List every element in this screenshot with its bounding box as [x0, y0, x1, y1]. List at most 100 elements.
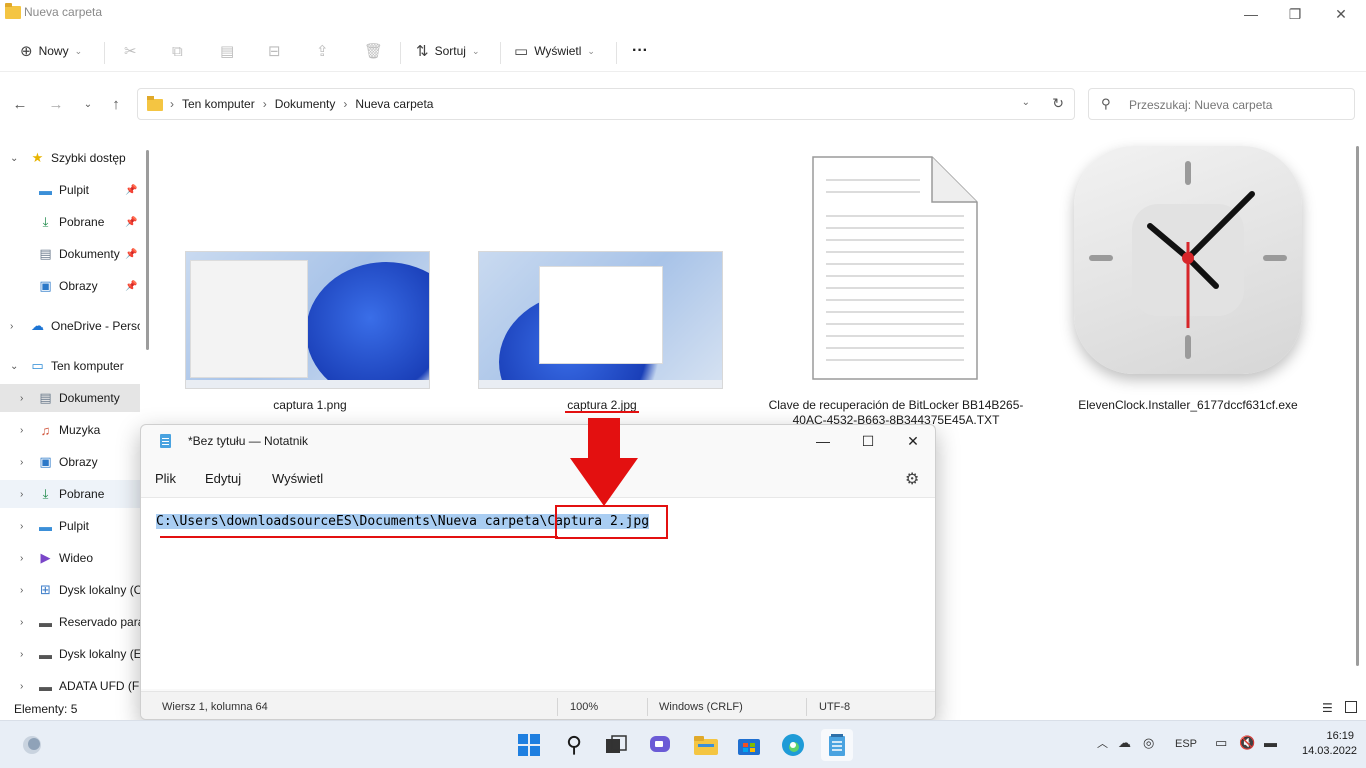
share-button[interactable]: ⇪ — [316, 38, 329, 64]
chevron-down-icon[interactable]: ⌄ — [10, 361, 18, 372]
chevron-right-icon[interactable]: › — [20, 681, 23, 692]
menu-edit[interactable]: Edytuj — [205, 471, 241, 486]
clock-datetime[interactable]: 16:19 14.03.2022 — [1302, 729, 1357, 759]
more-options-button[interactable]: ··· — [632, 38, 648, 64]
show-hidden-icons-chevron-icon[interactable]: ︿ — [1097, 735, 1108, 751]
task-view-icon[interactable] — [600, 729, 632, 761]
chevron-right-icon[interactable]: › — [20, 393, 23, 404]
file-name[interactable]: ElevenClock.Installer_6177dccf631cf.exe — [1058, 398, 1318, 413]
up-button[interactable]: ↑ — [104, 92, 128, 116]
file-name[interactable]: captura 1.png — [180, 398, 440, 413]
content-scrollbar[interactable] — [1356, 146, 1359, 666]
text-document-icon[interactable] — [812, 156, 978, 380]
view-button[interactable]: ▭ Wyświetl ⌄ — [514, 38, 595, 64]
view-icon: ▭ — [514, 43, 529, 60]
chevron-right-icon[interactable]: › — [20, 649, 23, 660]
breadcrumb-item[interactable]: Ten komputer — [182, 97, 255, 111]
settings-gear-icon[interactable]: ⚙ — [905, 469, 919, 489]
selected-path-prefix: C:\Users\downloadsourceES\Documents\Nuev… — [156, 514, 548, 529]
recent-locations-button[interactable]: ⌄ — [76, 92, 100, 116]
network-icon[interactable]: ▭ — [1215, 735, 1227, 751]
sidebar-item-onedrive[interactable]: › ☁ OneDrive - Perso — [0, 312, 140, 340]
download-icon: ⤓ — [42, 486, 49, 501]
close-button[interactable]: ✕ — [1318, 0, 1364, 28]
refresh-icon[interactable]: ↻ — [1052, 95, 1064, 112]
chevron-right-icon[interactable]: › — [20, 521, 23, 532]
search-box[interactable]: ⚲ Przeszukaj: Nueva carpeta — [1088, 88, 1355, 120]
text-editor-area[interactable]: C:\Users\downloadsourceES\Documents\Nuev… — [141, 497, 935, 689]
notepad-maximize-button[interactable]: ☐ — [845, 429, 891, 453]
item-count: Elementy: 5 — [14, 702, 78, 716]
chevron-right-icon[interactable]: › — [20, 457, 23, 468]
sidebar-item-music[interactable]: › ♫ Muzyka — [0, 416, 140, 444]
start-menu-preview — [190, 260, 308, 378]
chevron-right-icon[interactable]: › — [20, 585, 23, 596]
separator — [647, 698, 648, 716]
menu-view[interactable]: Wyświetl — [272, 471, 323, 486]
sidebar-item-drive-c[interactable]: › ⊞ Dysk lokalny (C — [0, 576, 140, 604]
copy-button[interactable]: ⧉ — [172, 38, 183, 64]
dialog-preview — [539, 266, 663, 364]
notepad-taskbar-icon[interactable] — [821, 729, 853, 761]
breadcrumb-item[interactable]: Nueva carpeta — [355, 97, 433, 111]
menu-file[interactable]: Plik — [155, 471, 176, 486]
large-icons-view-icon[interactable] — [1345, 701, 1357, 713]
sidebar-item-documents[interactable]: ▤ Dokumenty 📌 — [0, 240, 140, 268]
chevron-right-icon[interactable]: › — [20, 425, 23, 436]
forward-button[interactable]: → — [44, 92, 68, 116]
sidebar-item-videos[interactable]: › ▶ Wideo — [0, 544, 140, 572]
sidebar-item-desktop-pc[interactable]: › ▬ Pulpit — [0, 512, 140, 540]
chevron-down-icon[interactable]: ⌄ — [1022, 97, 1030, 108]
file-thumbnail-captura-1[interactable] — [185, 251, 430, 389]
sidebar-item-quick-access[interactable]: ⌄ ★ Szybki dostęp — [0, 144, 140, 172]
minimize-button[interactable]: — — [1228, 0, 1274, 28]
sidebar-item-usb[interactable]: › ▬ ADATA UFD (F:) — [0, 672, 140, 700]
sidebar-item-downloads[interactable]: ⤓ Pobrane 📌 — [0, 208, 140, 236]
search-icon[interactable]: ⚲ — [558, 729, 590, 761]
delete-button[interactable]: 🗑 — [364, 38, 383, 64]
chevron-right-icon[interactable]: › — [20, 553, 23, 564]
sidebar-item-this-pc[interactable]: ⌄ ▭ Ten komputer — [0, 352, 140, 380]
paste-button[interactable]: ▤ — [220, 38, 234, 64]
sidebar-item-downloads-pc[interactable]: › ⤓ Pobrane — [0, 480, 140, 508]
sort-button[interactable]: ⇅ Sortuj ⌄ — [416, 38, 479, 64]
sidebar-item-desktop[interactable]: ▬ Pulpit 📌 — [0, 176, 140, 204]
file-thumbnail-captura-2[interactable] — [478, 251, 723, 389]
speaker-muted-icon[interactable]: 🔇 — [1239, 735, 1255, 751]
breadcrumb-item[interactable]: Dokumenty — [275, 97, 336, 111]
notepad-close-button[interactable]: ✕ — [890, 429, 935, 453]
trash-icon: 🗑 — [364, 43, 384, 60]
sidebar-item-documents-pc[interactable]: › ▤ Dokumenty — [0, 384, 140, 412]
chevron-down-icon[interactable]: ⌄ — [10, 153, 18, 164]
start-button-icon[interactable] — [513, 729, 545, 761]
meet-now-icon[interactable]: ◎ — [1143, 735, 1154, 751]
encoding: UTF-8 — [819, 701, 851, 713]
file-explorer-taskbar-icon[interactable] — [690, 729, 722, 761]
cut-button[interactable]: ✂ — [124, 38, 137, 64]
details-view-icon[interactable]: ☰ — [1322, 701, 1333, 715]
chevron-right-icon[interactable]: › — [20, 617, 23, 628]
battery-icon[interactable]: ▬ — [1264, 735, 1277, 750]
sidebar-item-pictures[interactable]: ▣ Obrazy 📌 — [0, 272, 140, 300]
pin-icon: 📌 — [125, 216, 138, 228]
rename-button[interactable]: ⊟ — [268, 38, 281, 64]
sidebar-item-pictures-pc[interactable]: › ▣ Obrazy — [0, 448, 140, 476]
sidebar-item-label: Dysk lokalny (E — [59, 647, 140, 661]
sidebar-item-drive-e[interactable]: › ▬ Dysk lokalny (E — [0, 640, 140, 668]
chat-icon[interactable] — [645, 729, 677, 761]
new-button[interactable]: ⊕ Nowy ⌄ — [20, 38, 82, 64]
edge-browser-icon[interactable] — [777, 729, 809, 761]
chevron-right-icon[interactable]: › — [20, 489, 23, 500]
store-icon[interactable] — [733, 729, 765, 761]
clock-app-icon[interactable] — [1074, 146, 1302, 374]
notepad-minimize-button[interactable]: — — [800, 429, 846, 453]
address-bar[interactable]: › Ten komputer › Dokumenty › Nueva carpe… — [137, 88, 1075, 120]
chevron-right-icon[interactable]: › — [10, 321, 13, 332]
sidebar-scrollbar[interactable] — [146, 150, 149, 350]
back-button[interactable]: ← — [8, 92, 32, 116]
maximize-button[interactable]: ❐ — [1272, 0, 1318, 28]
sidebar-item-reserved[interactable]: › ▬ Reservado para — [0, 608, 140, 636]
widgets-weather-icon[interactable] — [16, 729, 48, 761]
input-language[interactable]: ESP — [1175, 738, 1197, 750]
onedrive-cloud-icon[interactable]: ☁ — [1118, 735, 1131, 751]
